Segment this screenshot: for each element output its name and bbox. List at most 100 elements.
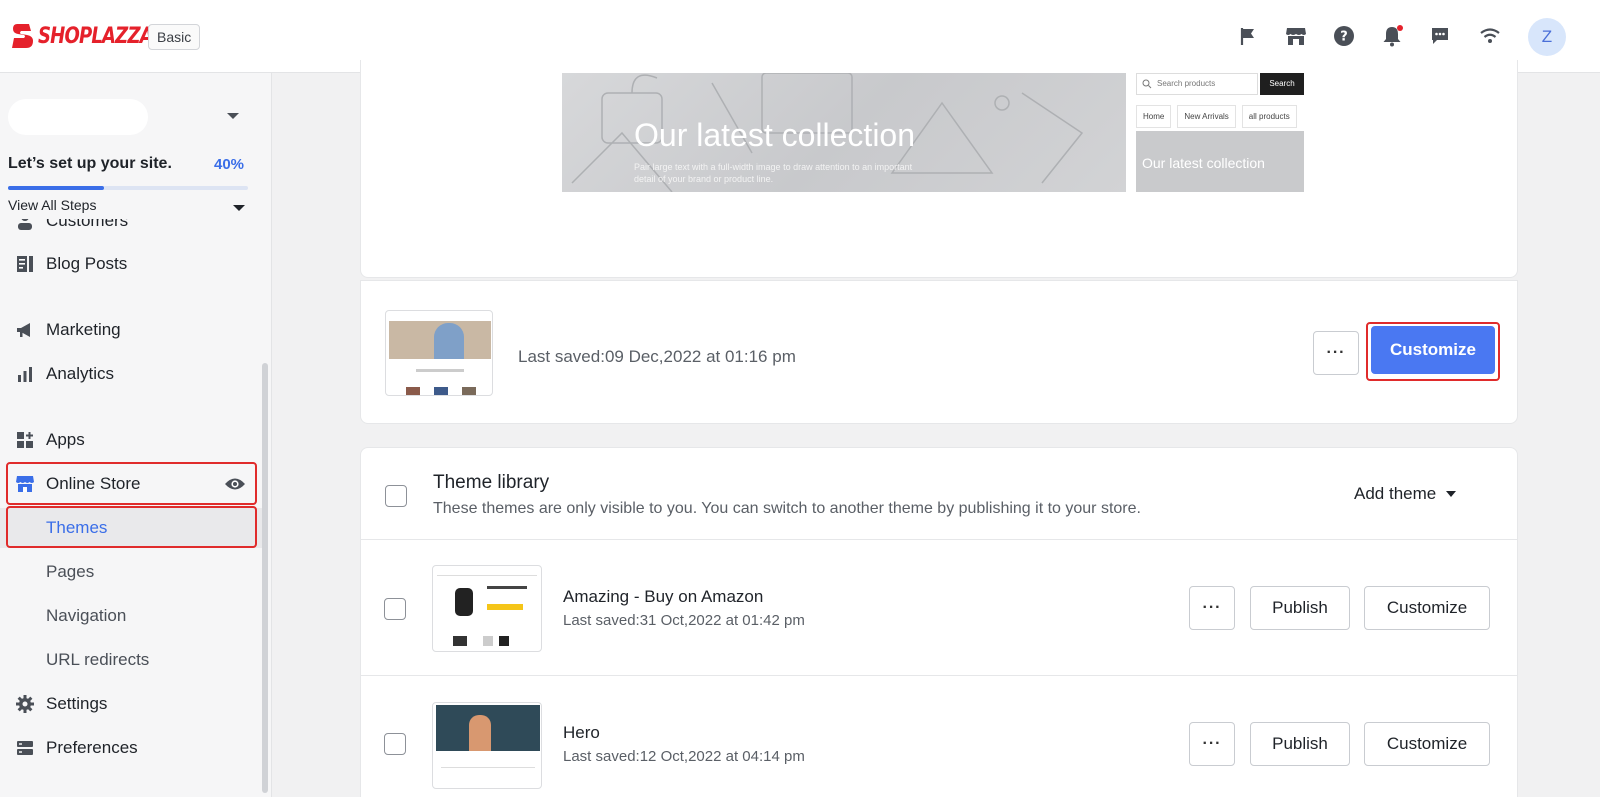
bell-icon[interactable]	[1380, 24, 1404, 48]
current-theme-card: Last saved:09 Dec,2022 at 01:16 pm ··· C…	[360, 280, 1518, 424]
store-selector[interactable]	[8, 99, 148, 135]
preview-tab: Home	[1136, 105, 1172, 128]
user-avatar[interactable]: Z	[1528, 18, 1566, 56]
preview-mini-hero: Our latest collection	[1136, 131, 1304, 192]
more-dots-icon: ···	[1326, 344, 1346, 361]
blog-posts-icon	[17, 256, 33, 272]
sidebar-item-label: Analytics	[46, 364, 115, 383]
sidebar-nav: Customers Blog Posts Marketing Analytics…	[0, 219, 270, 797]
thumbnail-figure	[434, 323, 464, 359]
current-theme-last-saved: Last saved:09 Dec,2022 at 01:16 pm	[518, 347, 796, 366]
current-theme-preview-image: Our latest collection Pair large text wi…	[562, 73, 1314, 192]
sidebar: Let’s set up your site. 40% View All Ste…	[0, 73, 272, 797]
store-selector-caret-icon[interactable]	[227, 113, 239, 119]
sidebar-item-preferences[interactable]: Preferences	[0, 728, 262, 768]
setup-progress-bar	[8, 186, 248, 190]
publish-button[interactable]: Publish	[1250, 722, 1350, 766]
current-theme-thumbnail	[385, 310, 493, 396]
theme-customize-button[interactable]: Customize	[1364, 586, 1490, 630]
more-dots-icon: ···	[1202, 599, 1222, 616]
theme-checkbox[interactable]	[384, 598, 406, 620]
thumbnail-line	[487, 586, 527, 589]
thumbnail-product	[453, 636, 467, 646]
sidebar-item-label: Apps	[46, 430, 85, 449]
store-icon[interactable]	[1284, 24, 1308, 48]
flag-icon[interactable]	[1236, 24, 1260, 48]
add-theme-dropdown[interactable]: Add theme	[1354, 484, 1457, 504]
plan-badge: Basic	[148, 24, 201, 50]
view-steps-caret-icon[interactable]	[233, 205, 245, 211]
logo-text: SHOPLAZZA	[38, 23, 154, 49]
preview-tab: all products	[1241, 105, 1297, 128]
setup-progress-fill	[8, 186, 104, 190]
select-all-checkbox[interactable]	[385, 485, 407, 507]
setup-percent: 40%	[214, 156, 245, 173]
thumbnail-line	[416, 369, 464, 372]
wifi-icon[interactable]	[1478, 24, 1502, 48]
sidebar-item-online-store[interactable]: Online Store	[0, 464, 262, 504]
preview-tab: New Arrivals	[1177, 105, 1236, 128]
view-all-steps-link[interactable]: View All Steps	[8, 197, 96, 213]
sidebar-item-navigation[interactable]: Navigation	[0, 596, 262, 636]
theme-customize-button[interactable]: Customize	[1364, 722, 1490, 766]
theme-last-saved: Last saved:12 Oct,2022 at 04:14 pm	[563, 748, 805, 765]
gear-icon	[16, 695, 34, 713]
preview-hero-title: Our latest collection	[634, 117, 916, 153]
theme-checkbox[interactable]	[384, 733, 406, 755]
shoplazza-s-icon	[12, 24, 33, 48]
preview-tabs: Home New Arrivals all products	[1136, 105, 1297, 128]
thumbnail-product	[434, 387, 448, 395]
svg-text:?: ?	[1340, 30, 1348, 45]
sidebar-item-url-redirects[interactable]: URL redirects	[0, 640, 262, 680]
eye-icon[interactable]	[224, 476, 246, 492]
sidebar-item-label: Marketing	[46, 320, 121, 339]
thumbnail-product	[483, 636, 493, 646]
sidebar-item-label: Online Store	[46, 474, 141, 493]
thumbnail-amazon-button	[487, 604, 523, 610]
notification-dot	[1397, 25, 1403, 31]
sidebar-item-settings[interactable]: Settings	[0, 684, 262, 724]
preview-search-field: Search products	[1136, 73, 1258, 95]
apps-icon	[17, 432, 33, 448]
publish-button[interactable]: Publish	[1250, 586, 1350, 630]
sidebar-item-blog-posts[interactable]: Blog Posts	[0, 244, 262, 284]
sidebar-item-analytics[interactable]: Analytics	[0, 354, 262, 394]
customize-button[interactable]: Customize	[1371, 326, 1495, 374]
add-theme-label: Add theme	[1354, 484, 1437, 503]
theme-more-button[interactable]: ···	[1189, 722, 1235, 766]
preview-search-icon	[1142, 79, 1152, 89]
message-icon[interactable]	[1428, 24, 1452, 48]
sidebar-item-marketing[interactable]: Marketing	[0, 310, 262, 350]
sidebar-item-apps[interactable]: Apps	[0, 420, 262, 460]
sidebar-item-themes[interactable]: Themes	[0, 508, 262, 548]
chevron-down-icon	[1446, 491, 1457, 497]
current-theme-more-button[interactable]: ···	[1313, 331, 1359, 375]
thumbnail-product	[462, 387, 476, 395]
sidebar-item-pages[interactable]: Pages	[0, 552, 262, 592]
theme-thumbnail	[432, 702, 542, 789]
customers-icon	[18, 219, 32, 230]
theme-library-description: These themes are only visible to you. Yo…	[433, 500, 1141, 517]
row-divider	[360, 675, 1518, 676]
thumbnail-product	[499, 636, 509, 646]
theme-library-title: Theme library	[433, 472, 550, 493]
setup-title: Let’s set up your site.	[8, 155, 172, 172]
preview-hero-image: Our latest collection Pair large text wi…	[562, 73, 1126, 192]
row-divider	[360, 539, 1518, 540]
theme-name: Hero	[563, 723, 600, 742]
thumbnail-header	[437, 570, 537, 576]
preview-search-button: Search	[1260, 73, 1304, 95]
sidebar-item-customers[interactable]: Customers	[0, 219, 262, 241]
theme-more-button[interactable]: ···	[1189, 586, 1235, 630]
sidebar-scrollbar[interactable]	[262, 363, 268, 793]
sidebar-item-label: Settings	[46, 694, 108, 713]
megaphone-icon	[17, 323, 30, 337]
sidebar-item-label: Preferences	[46, 738, 138, 757]
theme-last-saved: Last saved:31 Oct,2022 at 01:42 pm	[563, 612, 805, 629]
sidebar-item-label: Customers	[46, 219, 129, 230]
preview-mini-hero-title: Our latest collection	[1142, 155, 1265, 171]
help-icon[interactable]: ?	[1332, 24, 1356, 48]
thumbnail-icons-row	[441, 767, 535, 781]
thumbnail-product	[406, 387, 420, 395]
more-dots-icon: ···	[1202, 735, 1222, 752]
